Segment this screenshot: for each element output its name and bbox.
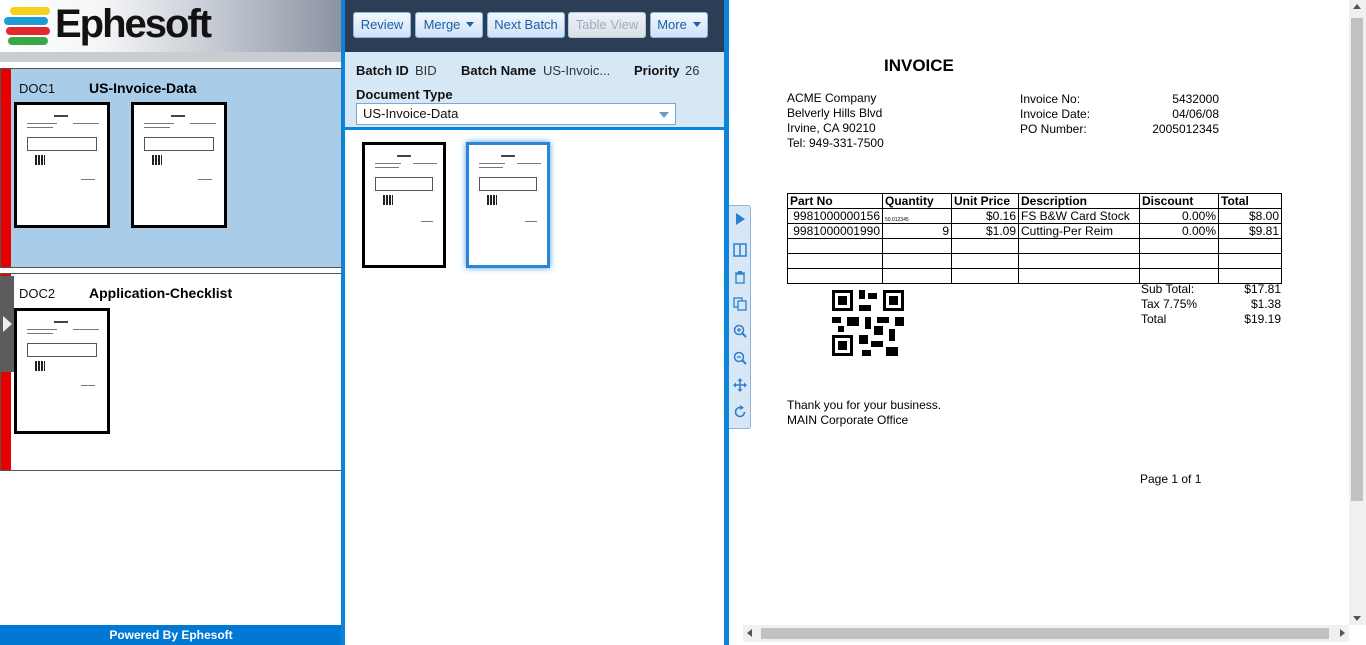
table-view-button[interactable]: Table View	[568, 12, 646, 38]
qr-code-icon	[832, 290, 904, 356]
meta-value: 04/06/08	[1172, 107, 1219, 121]
batch-detail-panel: Review Merge Next Batch Table View More …	[345, 0, 724, 645]
play-icon[interactable]	[733, 212, 747, 226]
chevron-right-icon	[3, 316, 12, 332]
totals-value: $1.38	[1250, 297, 1281, 311]
priority-label: Priority	[634, 63, 680, 78]
vertical-scrollbar[interactable]	[1349, 0, 1366, 625]
document-id: DOC1	[19, 81, 56, 96]
powered-by-footer: Powered By Ephesoft	[0, 625, 342, 645]
split-page-icon[interactable]	[733, 243, 747, 257]
col-header: Part No	[787, 193, 883, 209]
toolbar: Review Merge Next Batch Table View More	[345, 0, 724, 52]
totals-label: Total	[1141, 312, 1167, 326]
caret-down-icon	[466, 22, 475, 27]
thanks-text: Thank you for your business.	[787, 398, 942, 412]
table-row: 9981000001990 9 $1.09 Cutting-Per Reim 0…	[787, 223, 1282, 239]
col-header: Quantity	[882, 193, 952, 209]
trash-icon[interactable]	[733, 270, 747, 284]
document-title: Application-Checklist	[89, 285, 233, 301]
scroll-up-icon[interactable]	[1353, 4, 1361, 9]
totals-value: $17.81	[1244, 282, 1281, 296]
document-doc1[interactable]: DOC1 US-Invoice-Data	[0, 68, 342, 268]
batch-name-label: Batch Name	[461, 63, 537, 78]
company-line: Tel: 949-331-7500	[787, 136, 884, 150]
invoice-title: INVOICE	[884, 56, 954, 75]
ephesoft-review-screen: Ephesoft DOC1 US-Invoice-Data DOC2 Appli…	[0, 0, 1366, 645]
page-thumbnail[interactable]	[131, 102, 227, 228]
batch-id-label: Batch ID	[356, 63, 409, 78]
scroll-thumb[interactable]	[1351, 18, 1363, 501]
brand-name: Ephesoft	[55, 2, 212, 46]
page-thumbnail[interactable]	[14, 102, 110, 228]
document-type-select[interactable]: US-Invoice-Data	[356, 103, 676, 125]
merge-button[interactable]: Merge	[415, 12, 483, 38]
col-header: Unit Price	[951, 193, 1019, 209]
table-row: 9981000000156 50.012345 $0.16 FS B&W Car…	[787, 208, 1282, 224]
priority-value: 26	[685, 63, 700, 78]
page-thumbnail-selected[interactable]	[466, 142, 550, 268]
image-viewer: INVOICE ACME Company Belverly Hills Blvd…	[729, 0, 1366, 645]
zoom-out-icon[interactable]	[733, 351, 747, 365]
invoice-line-items: Part No Quantity Unit Price Description …	[787, 193, 1282, 284]
more-button[interactable]: More	[650, 12, 708, 38]
viewer-toolbar	[729, 205, 751, 429]
company-line: Belverly Hills Blvd	[787, 106, 883, 120]
page-thumbnail[interactable]	[362, 142, 446, 268]
totals-value: $19.19	[1244, 312, 1281, 326]
invalid-strip	[1, 69, 11, 267]
chevron-down-icon	[659, 112, 669, 118]
page-thumbnail[interactable]	[14, 308, 110, 434]
meta-label: Invoice No:	[1020, 92, 1081, 106]
document-id: DOC2	[19, 286, 56, 301]
col-header: Description	[1018, 193, 1140, 209]
document-type-label: Document Type	[356, 87, 453, 102]
meta-value: 5432000	[1172, 92, 1219, 106]
rotate-icon[interactable]	[733, 405, 747, 419]
batch-id-value: BID	[415, 63, 437, 78]
copy-icon[interactable]	[733, 297, 747, 311]
zoom-in-icon[interactable]	[733, 324, 747, 338]
ephesoft-logo-icon	[4, 7, 50, 45]
scroll-thumb[interactable]	[761, 628, 1329, 639]
next-batch-button[interactable]: Next Batch	[487, 12, 565, 38]
document-list-panel: Ephesoft DOC1 US-Invoice-Data DOC2 Appli…	[0, 0, 342, 645]
document-doc2[interactable]: DOC2 Application-Checklist	[0, 273, 342, 471]
company-line: Irvine, CA 90210	[787, 121, 876, 135]
scroll-down-icon[interactable]	[1353, 616, 1361, 621]
meta-value: 2005012345	[1152, 122, 1219, 136]
header-logo-bar: Ephesoft	[0, 0, 342, 52]
header-underline	[0, 52, 342, 62]
caret-down-icon	[692, 22, 701, 27]
totals-label: Sub Total:	[1141, 282, 1195, 296]
batch-name-value: US-Invoic...	[543, 63, 611, 78]
table-row	[787, 253, 1282, 269]
col-header: Discount	[1139, 193, 1219, 209]
review-button[interactable]: Review	[353, 12, 411, 38]
move-icon[interactable]	[733, 378, 747, 392]
meta-label: PO Number:	[1020, 122, 1087, 136]
document-title: US-Invoice-Data	[89, 80, 197, 96]
expand-handle[interactable]	[0, 276, 14, 372]
scroll-right-icon[interactable]	[1340, 629, 1345, 637]
totals-label: Tax 7.75%	[1141, 297, 1198, 311]
invoice-image: INVOICE ACME Company Belverly Hills Blvd…	[729, 0, 1349, 625]
col-header: Total	[1218, 193, 1282, 209]
batch-info: Batch ID BID Batch Name US-Invoic... Pri…	[345, 52, 724, 130]
page-number: Page 1 of 1	[1140, 472, 1202, 486]
horizontal-scrollbar[interactable]	[743, 625, 1349, 642]
table-row	[787, 238, 1282, 254]
meta-label: Invoice Date:	[1020, 107, 1091, 121]
office-text: MAIN Corporate Office	[787, 413, 909, 427]
table-row	[787, 268, 1282, 284]
scroll-left-icon[interactable]	[747, 629, 752, 637]
company-line: ACME Company	[787, 91, 877, 105]
